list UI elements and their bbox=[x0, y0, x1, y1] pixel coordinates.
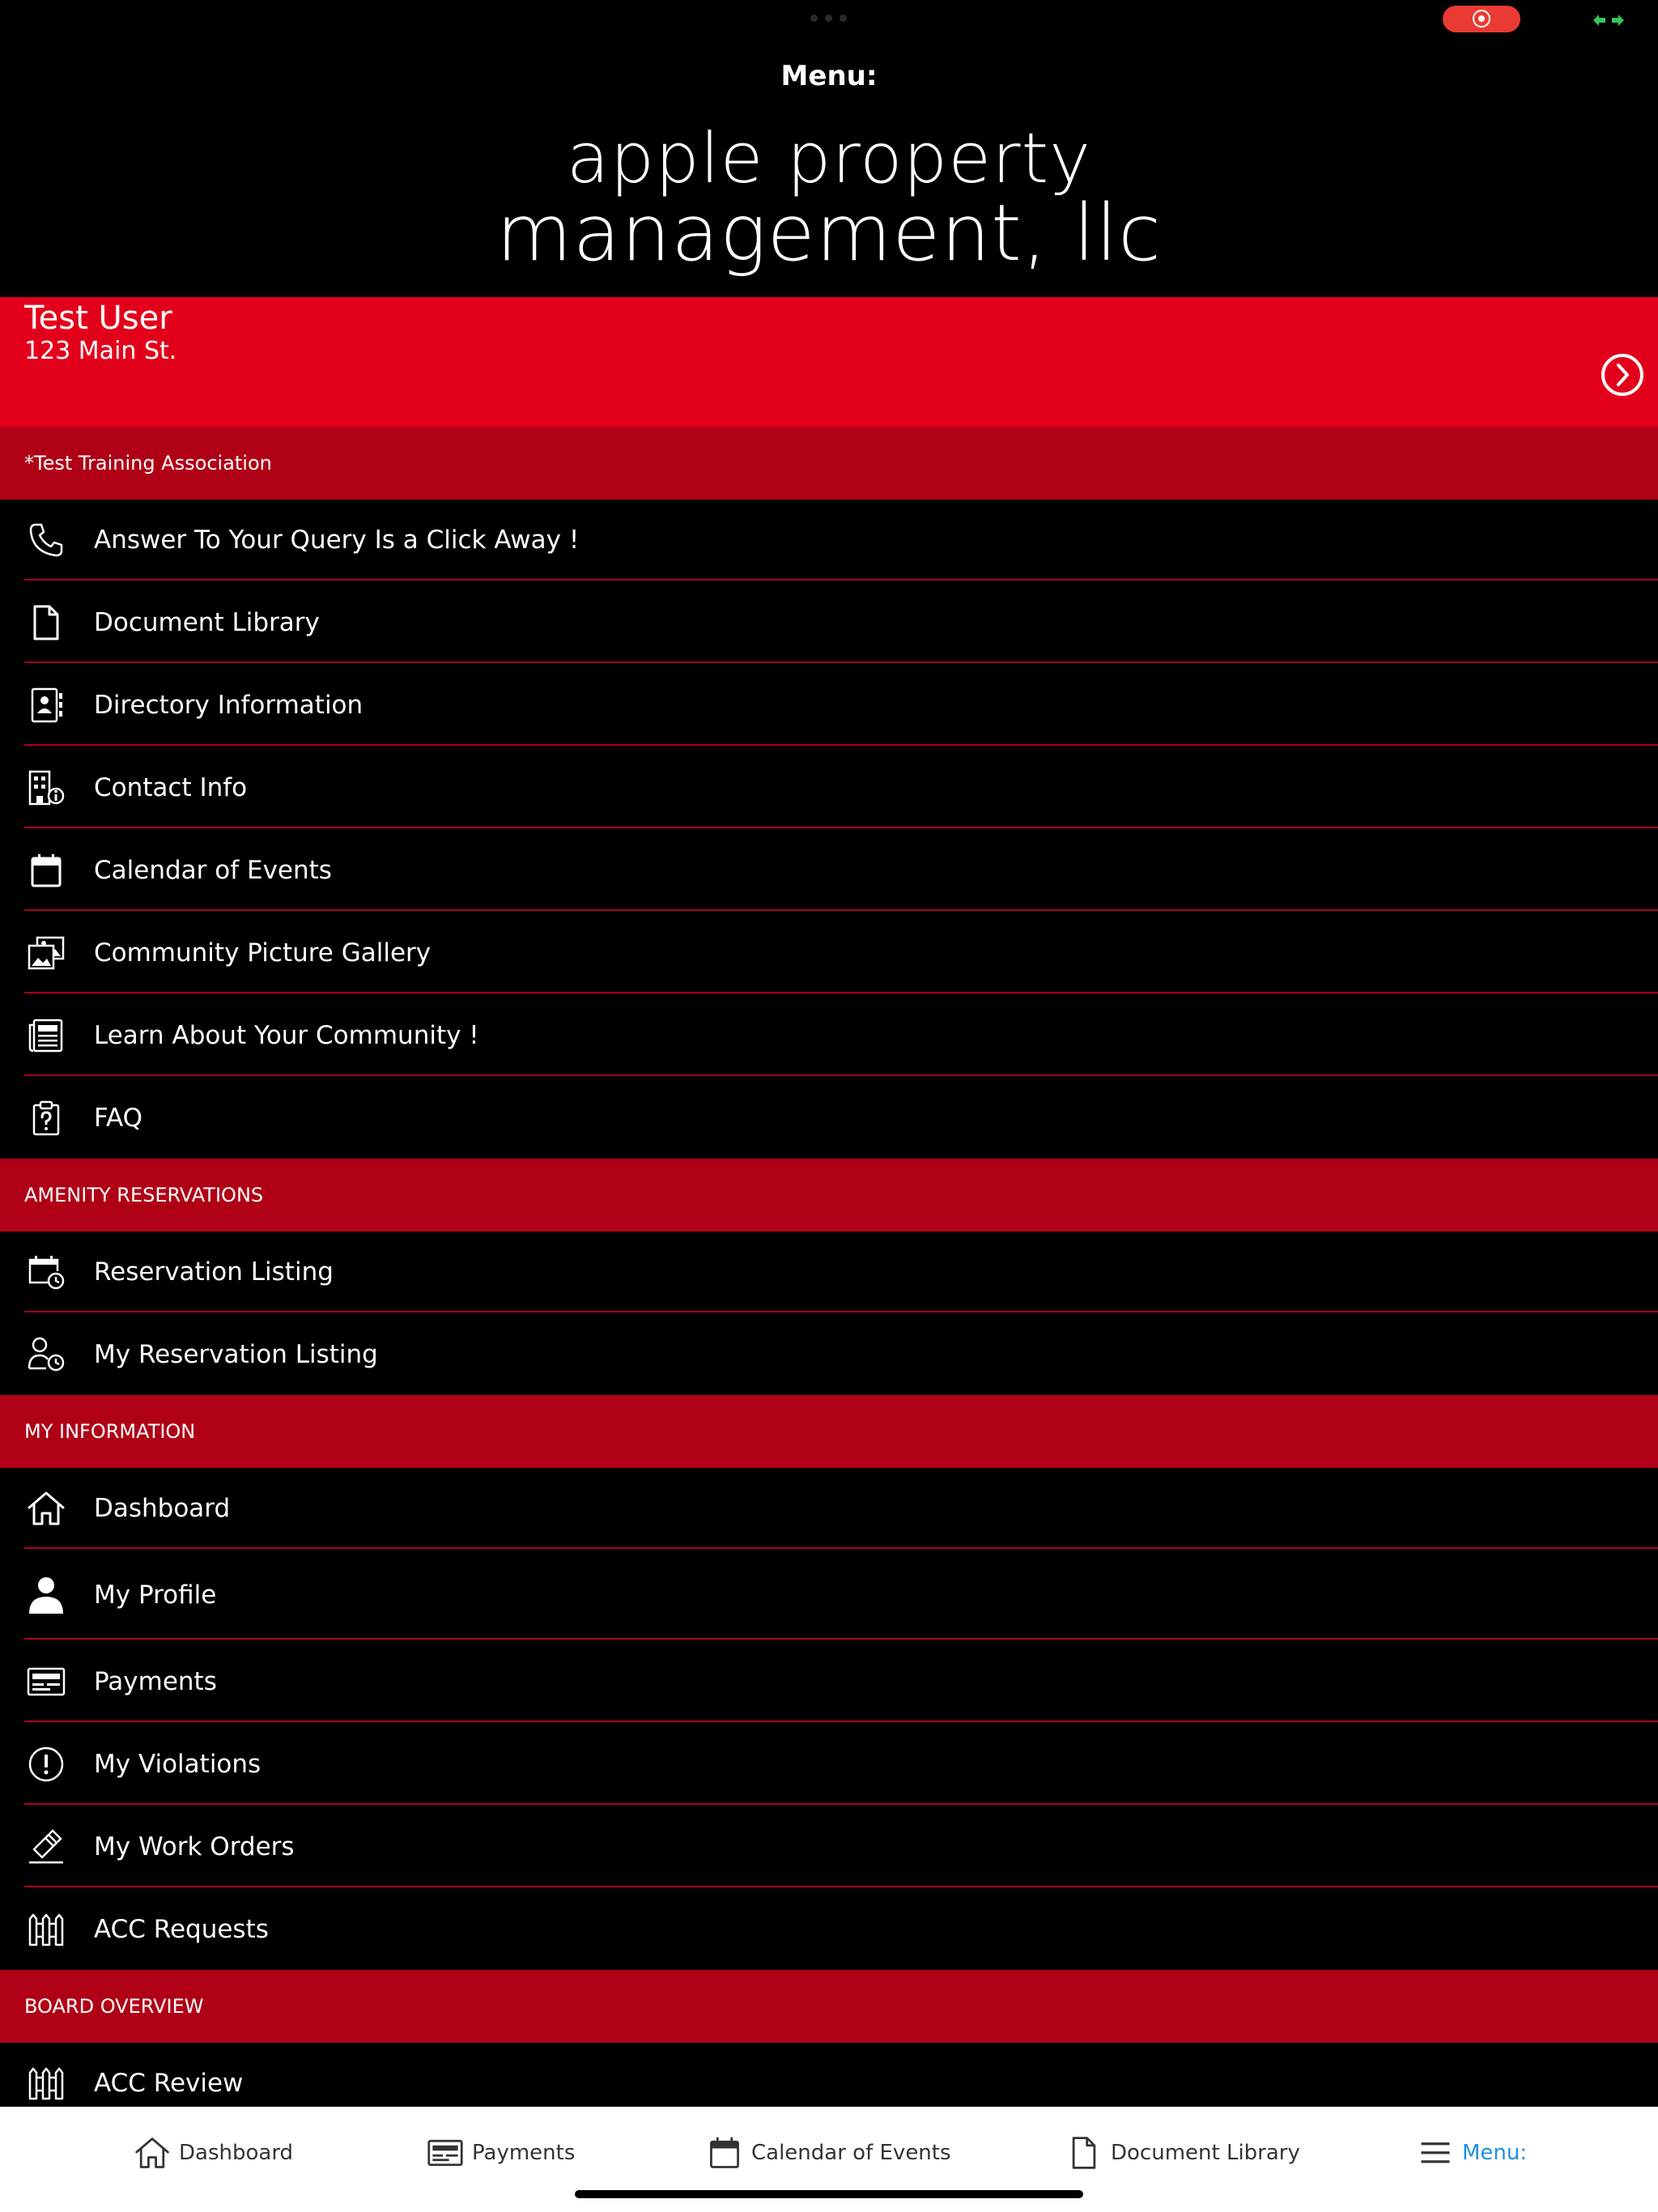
home-indicator[interactable] bbox=[575, 2190, 1083, 2198]
calendar-icon bbox=[710, 2137, 739, 2168]
menu-item-label: My Profile bbox=[94, 1580, 217, 1610]
divider bbox=[24, 992, 1658, 993]
multitasking-dots[interactable] bbox=[810, 15, 847, 22]
menu-item-label: Contact Info bbox=[94, 773, 248, 802]
user-card[interactable] bbox=[0, 297, 1658, 427]
phone-icon bbox=[29, 523, 63, 557]
divider bbox=[24, 744, 1658, 746]
divider bbox=[24, 1311, 1658, 1312]
divider bbox=[24, 909, 1658, 911]
logo-line-1: apple property bbox=[566, 118, 1092, 199]
menu-item-dashboard[interactable]: Dashboard bbox=[0, 1468, 1658, 1549]
menu-item-my-profile[interactable]: My Profile bbox=[0, 1551, 1658, 1640]
user-address: 123 Main St. bbox=[24, 337, 177, 365]
tab-label: Document Library bbox=[1111, 2141, 1300, 2165]
menu-item-label: My Violations bbox=[94, 1750, 261, 1779]
section-title: MY INFORMATION bbox=[24, 1420, 196, 1443]
hamburger-menu-icon bbox=[1421, 2142, 1450, 2163]
menu-item-my-reservation-listing[interactable]: My Reservation Listing bbox=[0, 1314, 1658, 1395]
page-title: Menu: bbox=[780, 60, 878, 92]
document-icon bbox=[1072, 2137, 1096, 2169]
association-header: *Test Training Association bbox=[0, 427, 1658, 500]
menu-item-faq[interactable]: FAQ bbox=[0, 1078, 1658, 1159]
divider bbox=[24, 1638, 1658, 1640]
tab-payments[interactable]: Payments bbox=[427, 2134, 575, 2172]
screen-recording-indicator[interactable] bbox=[1443, 6, 1520, 32]
tab-menu[interactable]: Menu: bbox=[1417, 2134, 1527, 2172]
section-header-amenity-reservations: AMENITY RESERVATIONS bbox=[0, 1159, 1658, 1231]
menu-item-label: Directory Information bbox=[94, 691, 363, 720]
expand-icon[interactable] bbox=[1592, 12, 1626, 28]
section-title: AMENITY RESERVATIONS bbox=[24, 1184, 264, 1206]
menu-item-label: Calendar of Events bbox=[94, 856, 332, 885]
menu-item-my-violations[interactable]: My Violations bbox=[0, 1724, 1658, 1805]
work-order-icon bbox=[29, 1829, 63, 1864]
status-bar bbox=[0, 0, 1658, 49]
document-icon bbox=[33, 605, 59, 640]
tab-document-library[interactable]: Document Library bbox=[1065, 2134, 1300, 2172]
association-name: *Test Training Association bbox=[24, 452, 272, 474]
menu-item-label: Reservation Listing bbox=[94, 1257, 334, 1287]
person-icon bbox=[29, 1577, 63, 1614]
logo-line-2: management, llc bbox=[496, 188, 1162, 279]
address-book-icon bbox=[31, 687, 62, 723]
divider bbox=[24, 579, 1658, 581]
menu-item-label: My Work Orders bbox=[94, 1832, 295, 1861]
section-header-my-information: MY INFORMATION bbox=[0, 1395, 1658, 1468]
menu-item-label: Dashboard bbox=[94, 1494, 231, 1523]
clipboard-question-icon bbox=[32, 1100, 60, 1136]
divider bbox=[24, 1074, 1658, 1076]
newspaper-icon bbox=[28, 1019, 63, 1053]
payment-card-icon bbox=[27, 1667, 66, 1696]
divider bbox=[24, 1721, 1658, 1722]
divider bbox=[24, 827, 1658, 828]
menu-item-label: Payments bbox=[94, 1667, 217, 1696]
tab-dashboard[interactable]: Dashboard bbox=[134, 2134, 293, 2172]
tab-label: Menu: bbox=[1462, 2141, 1528, 2165]
section-header-board-overview: BOARD OVERVIEW bbox=[0, 1970, 1658, 2043]
payment-card-icon bbox=[427, 2139, 463, 2167]
divider bbox=[24, 1886, 1658, 1887]
menu-item-document-library[interactable]: Document Library bbox=[0, 582, 1658, 663]
menu-item-label: Community Picture Gallery bbox=[94, 938, 432, 968]
menu-item-directory-information[interactable]: Directory Information bbox=[0, 665, 1658, 746]
menu-item-calendar-of-events[interactable]: Calendar of Events bbox=[0, 830, 1658, 911]
menu-item-answer-query[interactable]: Answer To Your Query Is a Click Away ! bbox=[0, 500, 1658, 581]
company-logo: apple property management, llc bbox=[0, 123, 1658, 272]
calendar-clock-icon bbox=[28, 1256, 65, 1290]
tab-label: Payments bbox=[472, 2141, 576, 2165]
chevron-right-circle-icon[interactable] bbox=[1601, 353, 1644, 397]
fence-icon bbox=[28, 1913, 64, 1946]
section-title: BOARD OVERVIEW bbox=[24, 1995, 204, 2018]
divider bbox=[24, 661, 1658, 663]
menu-item-contact-info[interactable]: Contact Info bbox=[0, 747, 1658, 828]
menu-item-label: ACC Requests bbox=[94, 1915, 269, 1944]
menu-item-payments[interactable]: Payments bbox=[0, 1641, 1658, 1722]
menu-item-reservation-listing[interactable]: Reservation Listing bbox=[0, 1231, 1658, 1312]
building-info-icon bbox=[28, 770, 65, 806]
divider bbox=[24, 1803, 1658, 1805]
gallery-icon bbox=[28, 936, 65, 970]
menu-item-label: FAQ bbox=[94, 1104, 143, 1133]
divider bbox=[24, 1547, 1658, 1549]
tab-label: Dashboard bbox=[179, 2141, 294, 2165]
menu-item-label: Answer To Your Query Is a Click Away ! bbox=[94, 525, 580, 555]
menu-item-my-work-orders[interactable]: My Work Orders bbox=[0, 1806, 1658, 1887]
menu-item-learn-about-community[interactable]: Learn About Your Community ! bbox=[0, 995, 1658, 1076]
menu-item-label: Document Library bbox=[94, 608, 320, 637]
menu-item-acc-requests[interactable]: ACC Requests bbox=[0, 1889, 1658, 1970]
alert-circle-icon bbox=[28, 1746, 64, 1782]
home-icon bbox=[28, 1491, 65, 1525]
fence-icon bbox=[28, 2067, 64, 2100]
tab-label: Calendar of Events bbox=[751, 2141, 951, 2165]
home-icon bbox=[135, 2138, 169, 2168]
user-name: Test User bbox=[24, 300, 172, 337]
calendar-icon bbox=[31, 854, 62, 887]
tab-calendar-of-events[interactable]: Calendar of Events bbox=[706, 2134, 951, 2172]
menu-item-label: Learn About Your Community ! bbox=[94, 1021, 479, 1050]
menu-item-label: My Reservation Listing bbox=[94, 1340, 378, 1369]
user-clock-icon bbox=[28, 1337, 65, 1372]
menu-item-community-picture-gallery[interactable]: Community Picture Gallery bbox=[0, 912, 1658, 993]
